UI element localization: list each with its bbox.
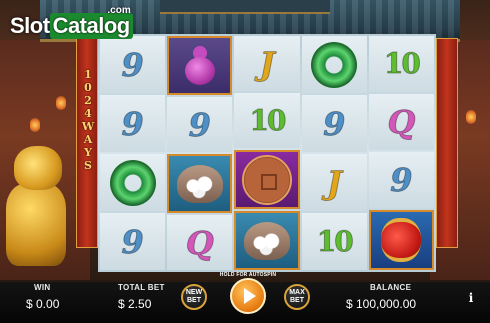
symbol-text: Q <box>185 223 214 262</box>
ways-char: 1 <box>84 68 92 81</box>
symbol-card-10: 10 <box>301 213 367 270</box>
total-bet-label: TOTAL BET <box>118 283 165 292</box>
ways-char: 4 <box>84 107 92 120</box>
symbol-text: 9 <box>390 161 413 199</box>
gourd-icon <box>184 45 216 86</box>
max-bet-button[interactable]: MAX BET <box>284 284 310 310</box>
symbol-text: J <box>259 44 275 83</box>
symbol-card-9: 9 <box>100 36 166 93</box>
symbol-card-9: 9 <box>167 97 233 152</box>
jade-disc-icon <box>311 41 358 88</box>
jade-disc-icon <box>109 159 156 206</box>
symbol-jade-disc <box>301 36 367 93</box>
new-bet-button[interactable]: NEW BET <box>181 284 207 310</box>
lion-body <box>6 184 66 266</box>
symbol-pearl-shell <box>234 211 300 270</box>
background-lantern <box>466 110 476 124</box>
spin-button[interactable] <box>230 278 266 314</box>
reel-4: 9 J 10 <box>301 36 367 270</box>
symbol-text: 9 <box>188 105 211 144</box>
symbol-text: Q <box>387 103 416 141</box>
symbol-text: 9 <box>121 104 144 143</box>
max-bet-label: MAX BET <box>289 289 305 304</box>
symbol-bronze-coin <box>234 150 300 209</box>
right-pillar <box>436 38 458 248</box>
logo-slot-text: Slot <box>10 13 50 38</box>
reel-3: J 10 <box>234 36 300 270</box>
background-lantern <box>30 118 40 132</box>
ways-char: Y <box>84 146 92 159</box>
reel-1: 9 9 9 <box>100 36 166 270</box>
total-bet-value: $ 2.50 <box>118 297 152 311</box>
symbol-card-9: 9 <box>100 95 166 152</box>
symbol-pearl-shell <box>167 154 233 213</box>
symbol-purple-gourd <box>167 36 233 95</box>
symbol-text: 10 <box>316 224 354 258</box>
ways-char: A <box>83 133 93 146</box>
play-icon <box>244 288 256 304</box>
info-icon[interactable]: i <box>466 291 476 305</box>
pearl-shell-icon <box>244 221 290 260</box>
coin-icon <box>242 154 292 205</box>
symbol-text: J <box>326 163 342 202</box>
ways-char: W <box>81 120 95 133</box>
win-value: $ 0.00 <box>26 297 60 311</box>
background-lantern <box>56 96 66 110</box>
golden-lion-statue <box>0 146 72 280</box>
symbol-red-lantern <box>368 210 435 270</box>
new-bet-label: NEW BET <box>185 289 203 304</box>
balance-display: BALANCE $ 100,000.00 <box>346 283 416 311</box>
symbol-text: 9 <box>323 104 346 143</box>
total-bet-display: TOTAL BET $ 2.50 <box>118 283 165 311</box>
symbol-card-9: 9 <box>100 213 166 270</box>
lion-head <box>14 146 62 190</box>
reel-2: 9 Q <box>167 36 233 270</box>
red-lantern-icon <box>381 218 422 262</box>
symbol-text: 9 <box>121 45 144 84</box>
balance-value: $ 100,000.00 <box>346 297 417 311</box>
roof-cap <box>160 0 330 14</box>
symbol-card-j: J <box>234 36 300 91</box>
symbol-card-9: 9 <box>301 95 367 152</box>
symbol-card-q: Q <box>167 215 233 270</box>
symbol-jade-disc <box>100 154 166 211</box>
balance-label: BALANCE <box>370 283 412 292</box>
symbol-card-10: 10 <box>234 93 300 148</box>
symbol-card-9: 9 <box>368 152 435 208</box>
reel-5: 10 Q 9 <box>368 36 435 270</box>
reel-grid: 9 9 9 9 Q J 10 9 J 10 10 Q 9 <box>98 34 436 272</box>
pearl-shell-icon <box>176 164 223 203</box>
ways-char: 0 <box>84 81 92 94</box>
logo-com-text: .com <box>107 5 131 16</box>
logo-catalog-text: Catalog <box>49 13 133 39</box>
symbol-text: 10 <box>249 103 287 137</box>
symbol-card-q: Q <box>368 94 435 150</box>
symbol-text: 10 <box>383 47 421 80</box>
symbol-text: 9 <box>121 222 144 261</box>
symbol-card-10: 10 <box>368 36 435 92</box>
ways-indicator: 1 0 2 4 W A Y S <box>80 68 96 198</box>
ways-char: S <box>84 159 92 172</box>
game-scene: 1 0 2 4 W A Y S 9 9 9 9 Q J 10 9 J 10 10… <box>0 0 490 323</box>
win-display: WIN $ 0.00 <box>26 283 59 311</box>
symbol-card-j: J <box>301 154 367 211</box>
slotcatalog-logo: Slot Catalog .com <box>10 5 133 39</box>
ways-char: 2 <box>84 94 92 107</box>
win-label: WIN <box>34 283 51 292</box>
